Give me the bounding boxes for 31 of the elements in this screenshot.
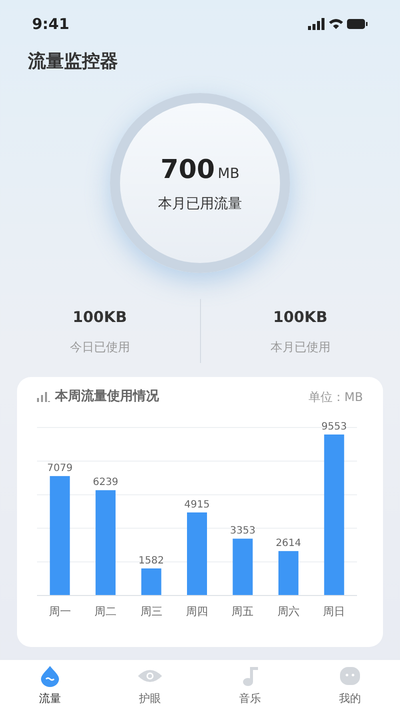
day-label: 周一 bbox=[48, 604, 71, 618]
bar-value-label: 2614 bbox=[276, 538, 302, 549]
chart-title: 本周流量使用情况 bbox=[55, 388, 159, 406]
stat-label: 本月已使用 bbox=[270, 339, 330, 356]
status-time: 9:41 bbox=[32, 14, 70, 35]
gauge-value: 700 bbox=[160, 154, 215, 187]
bar-value-label: 4915 bbox=[184, 498, 210, 510]
stat-value: 100KB bbox=[273, 306, 328, 328]
day-label: 周五 bbox=[232, 604, 254, 618]
stat-label: 今日已使用 bbox=[70, 339, 130, 356]
day-label: 周六 bbox=[277, 604, 300, 618]
tab-item[interactable]: 护眼 bbox=[100, 664, 200, 708]
day-label: 周二 bbox=[94, 604, 117, 618]
app-title: 流量监控器 bbox=[28, 51, 118, 72]
day-label: 周日 bbox=[323, 604, 346, 618]
bar-value-label: 6239 bbox=[92, 476, 118, 488]
bar-value-label: 1582 bbox=[138, 554, 164, 566]
stat-value: 100KB bbox=[72, 306, 127, 328]
bar-value-label: 3353 bbox=[230, 525, 256, 536]
gauge-label: 本月已用流量 bbox=[158, 195, 242, 214]
bar-value-label: 9553 bbox=[321, 421, 347, 432]
status-icons bbox=[308, 18, 368, 30]
day-label: 周三 bbox=[140, 604, 162, 618]
day-label: 周四 bbox=[186, 604, 208, 618]
tab-item[interactable]: 流量 bbox=[0, 664, 100, 708]
tab-item[interactable]: 我的 bbox=[300, 664, 400, 708]
bar-chart-icon bbox=[37, 392, 50, 402]
unit-label: 单位：MB bbox=[308, 388, 363, 406]
gauge-unit: MB bbox=[218, 165, 240, 184]
bar-value-label: 7079 bbox=[47, 462, 73, 474]
tab-item[interactable]: 音乐 bbox=[200, 664, 300, 708]
